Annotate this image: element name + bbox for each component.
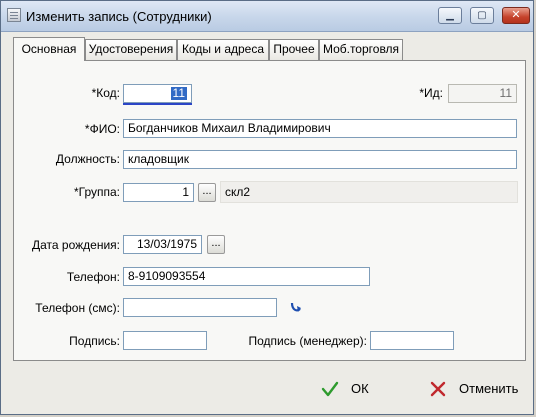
position-label: Должность: <box>55 152 120 166</box>
close-button[interactable]: ✕ <box>502 7 530 24</box>
ok-label: ОК <box>351 381 369 396</box>
code-field[interactable]: 11 <box>123 84 192 103</box>
group-name: скл2 <box>220 181 518 203</box>
tab-panel-main: *Код: 11 *Ид: 11 *ФИО: Богданчиков Михаи… <box>13 60 526 361</box>
group-select-button[interactable]: ... <box>198 183 216 202</box>
copy-phone-icon[interactable] <box>288 300 304 316</box>
tab-main[interactable]: Основная <box>13 37 85 61</box>
minimize-button[interactable]: ▁ <box>438 7 462 24</box>
cross-icon <box>430 381 446 397</box>
birth-date-field[interactable]: 13/03/1975 <box>123 235 202 254</box>
group-code-field[interactable]: 1 <box>123 183 194 202</box>
signature-label: Подпись: <box>69 334 120 348</box>
fio-label: *ФИО: <box>84 122 120 136</box>
signature-manager-label: Подпись (менеджер): <box>248 334 368 348</box>
tab-mobile-trade[interactable]: Моб.торговля <box>319 39 403 60</box>
cancel-button[interactable]: Отменить <box>429 377 521 401</box>
code-focus-underline <box>123 103 192 105</box>
tab-codes-addresses[interactable]: Коды и адреса <box>177 39 269 60</box>
phone-label: Телефон: <box>66 270 120 284</box>
app-icon <box>7 8 21 22</box>
tab-other[interactable]: Прочее <box>269 39 319 60</box>
signature-field[interactable] <box>123 331 207 350</box>
check-icon <box>321 381 339 397</box>
tab-certificates[interactable]: Удостоверения <box>85 39 177 60</box>
birth-date-label: Дата рождения: <box>32 238 120 252</box>
dialog-window: Изменить запись (Сотрудники) ▁ ▢ ✕ Основ… <box>0 0 534 415</box>
title-bar[interactable]: Изменить запись (Сотрудники) ▁ ▢ ✕ <box>1 1 533 32</box>
fio-field[interactable]: Богданчиков Михаил Владимирович <box>123 119 517 138</box>
birth-date-picker-button[interactable]: ... <box>207 235 225 254</box>
phone-sms-field[interactable] <box>123 298 277 317</box>
position-field[interactable]: кладовщик <box>123 150 517 169</box>
id-label: *Ид: <box>419 86 443 100</box>
signature-manager-field[interactable] <box>370 331 454 350</box>
id-field: 11 <box>448 84 517 103</box>
phone-field[interactable]: 8-9109093554 <box>123 267 370 286</box>
phone-sms-label: Телефон (смс): <box>35 301 120 315</box>
code-value: 11 <box>170 86 187 100</box>
group-label: *Группа: <box>73 185 120 199</box>
code-label: *Код: <box>91 86 120 100</box>
ok-button[interactable]: ОК <box>321 377 381 401</box>
maximize-button[interactable]: ▢ <box>470 7 494 24</box>
cancel-label: Отменить <box>459 381 519 396</box>
window-title: Изменить запись (Сотрудники) <box>26 9 212 24</box>
